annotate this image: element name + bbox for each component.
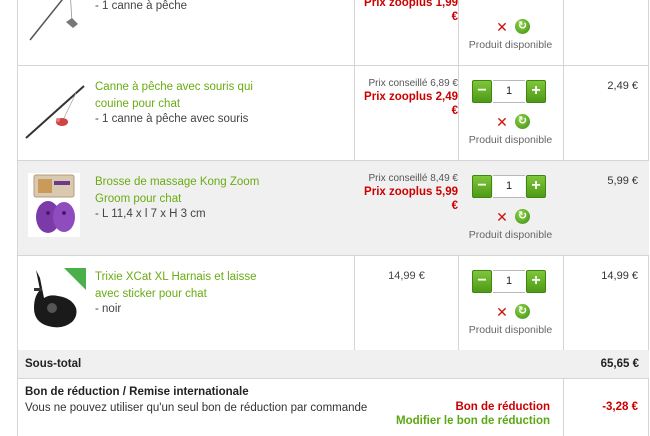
kong-zoom-groom-brush-icon (33, 174, 75, 233)
quantity-stepper: − 1 + (472, 175, 546, 198)
decrease-quantity-button[interactable]: − (472, 80, 492, 103)
availability-status: Produit disponible (468, 324, 553, 336)
zooplus-price: Prix zooplus 5,99 € (364, 186, 458, 212)
refresh-icon[interactable]: ↻ (515, 114, 530, 129)
cart-row: Trixie XCat XL Harnais et laisse avec st… (18, 256, 649, 350)
cart-row: - 1 canne à pêche Prix zooplus 1,99 € ✕ … (18, 0, 649, 65)
quantity-stepper: − 1 + (472, 270, 546, 293)
quantity-input[interactable]: 1 (493, 175, 525, 198)
line-total: 5,99 € (607, 175, 638, 187)
price-cell: 14,99 € (355, 270, 458, 282)
column-divider (563, 378, 564, 436)
coupon-title: Bon de réduction / Remise internationale (25, 386, 249, 398)
product-variant: - 1 canne à pêche avec souris (95, 113, 249, 125)
product-name-link[interactable]: Trixie XCat XL Harnais et laisse avec st… (95, 269, 275, 303)
decrease-quantity-button[interactable]: − (472, 175, 492, 198)
refresh-icon[interactable]: ↻ (515, 304, 530, 319)
cart-row: Canne à pêche avec souris qui couine pou… (18, 66, 649, 160)
product-name-link[interactable]: Canne à pêche avec souris qui couine pou… (95, 79, 275, 113)
subtotal-row: Sous-total 65,65 € (18, 350, 649, 378)
recommended-price: Prix conseillé 6,89 € (368, 78, 459, 89)
price-cell: Prix conseillé 6,89 € Prix zooplus 2,49 … (355, 78, 458, 118)
availability-status: Produit disponible (468, 39, 553, 51)
remove-icon[interactable]: ✕ (495, 209, 509, 225)
availability-status: Produit disponible (468, 134, 553, 146)
quantity-input[interactable]: 1 (493, 80, 525, 103)
increase-quantity-button[interactable]: + (526, 80, 546, 103)
recommended-price: Prix conseillé 8,49 € (368, 173, 459, 184)
product-variant: - L 11,4 x l 7 x H 3 cm (95, 208, 206, 220)
line-total: 2,49 € (607, 80, 638, 92)
promo-badge (64, 268, 86, 290)
zooplus-price: Prix zooplus 1,99 € (364, 0, 458, 23)
fishing-rod-toy-icon (29, 0, 78, 41)
availability-status: Produit disponible (468, 229, 553, 241)
row-divider (18, 378, 649, 379)
fishing-rod-mouse-toy-icon (25, 85, 85, 139)
cart-table: - 1 canne à pêche Prix zooplus 1,99 € ✕ … (17, 0, 649, 436)
coupon-discount-value: -3,28 € (602, 401, 638, 413)
remove-icon[interactable]: ✕ (495, 114, 509, 130)
subtotal-label: Sous-total (25, 358, 82, 370)
product-image[interactable] (28, 173, 80, 237)
product-image[interactable] (22, 268, 86, 332)
modify-coupon-link[interactable]: Modifier le bon de réduction (395, 415, 550, 427)
refresh-icon[interactable]: ↻ (515, 209, 530, 224)
product-image[interactable] (22, 80, 86, 144)
remove-icon[interactable]: ✕ (495, 19, 509, 35)
unit-price: 14,99 € (388, 270, 425, 282)
increase-quantity-button[interactable]: + (526, 175, 546, 198)
product-variant: - noir (95, 303, 122, 315)
quantity-stepper: − 1 + (472, 80, 546, 103)
product-variant: - 1 canne à pêche (95, 0, 188, 12)
product-image[interactable] (22, 0, 86, 44)
price-cell: Prix zooplus 1,99 € (355, 0, 458, 24)
remove-icon[interactable]: ✕ (495, 304, 509, 320)
refresh-icon[interactable]: ↻ (515, 19, 530, 34)
increase-quantity-button[interactable]: + (526, 270, 546, 293)
coupon-label: Bon de réduction (455, 401, 550, 413)
zooplus-price: Prix zooplus 2,49 € (364, 91, 458, 117)
line-total: 14,99 € (601, 270, 638, 282)
quantity-input[interactable]: 1 (493, 270, 525, 293)
price-cell: Prix conseillé 8,49 € Prix zooplus 5,99 … (355, 173, 458, 213)
decrease-quantity-button[interactable]: − (472, 270, 492, 293)
subtotal-value: 65,65 € (600, 358, 639, 370)
product-name-link[interactable]: Brosse de massage Kong Zoom Groom pour c… (95, 174, 275, 208)
cart-row: Brosse de massage Kong Zoom Groom pour c… (18, 161, 649, 255)
coupon-note: Vous ne pouvez utiliser qu'un seul bon d… (25, 402, 368, 414)
